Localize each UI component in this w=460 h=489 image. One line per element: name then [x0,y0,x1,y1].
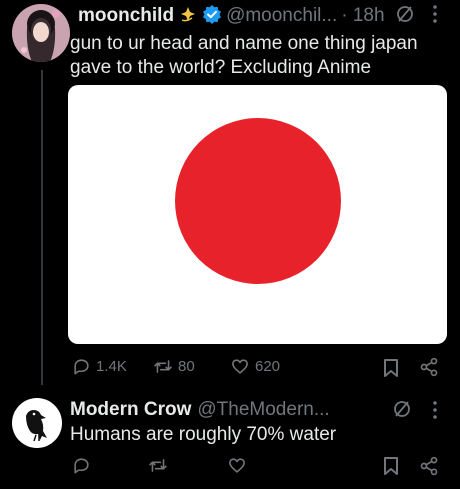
reply-icon [74,359,89,375]
post-image[interactable] [68,85,447,344]
like-button[interactable]: 620 [230,357,280,376]
reply-count: 1.4K [96,358,127,375]
reply-reply-icon [74,458,89,474]
share-icon[interactable] [419,357,439,382]
post-text: gun to ur head and name one thing japan … [70,33,418,78]
reply-button[interactable]: 1.4K [72,357,127,376]
reply-author-name[interactable]: Modern Crow [70,399,191,421]
repost-icon [154,360,172,373]
thread-line [41,70,43,385]
post-time[interactable]: · 18h [341,5,384,27]
repost-button[interactable]: 80 [153,357,195,376]
repost-count: 80 [178,358,195,375]
avatar-moonchild[interactable] [12,4,70,62]
reply-header: Modern Crow @TheModern... [70,397,330,423]
avatar-modern-crow[interactable] [12,398,62,448]
reply-reply-button[interactable] [72,456,96,475]
grok-icon[interactable] [395,4,415,29]
author-handle[interactable]: @moonchil... [226,5,337,27]
reply-text: Humans are roughly 70% water [70,424,337,445]
like-icon [232,359,248,374]
sparkles-icon [178,4,198,29]
reply-like-button[interactable] [227,456,252,475]
japan-flag-circle [175,118,341,284]
reply-like-icon [229,458,245,473]
verified-badge-icon[interactable] [202,4,222,29]
more-icon[interactable] [433,5,437,28]
reply-author-handle[interactable]: @TheModern... [197,399,329,421]
post-header: moonchild @moonchil... · 18h [78,3,385,29]
reply-bookmark-icon[interactable] [383,457,399,480]
reply-grok-icon[interactable] [392,399,412,424]
reply-share-icon[interactable] [419,456,439,481]
bookmark-icon[interactable] [383,359,399,382]
reply-more-icon[interactable] [433,401,437,424]
reply-repost-icon [149,459,167,472]
reply-repost-button[interactable] [148,456,173,475]
like-count: 620 [255,358,281,375]
author-name[interactable]: moonchild [78,5,174,27]
